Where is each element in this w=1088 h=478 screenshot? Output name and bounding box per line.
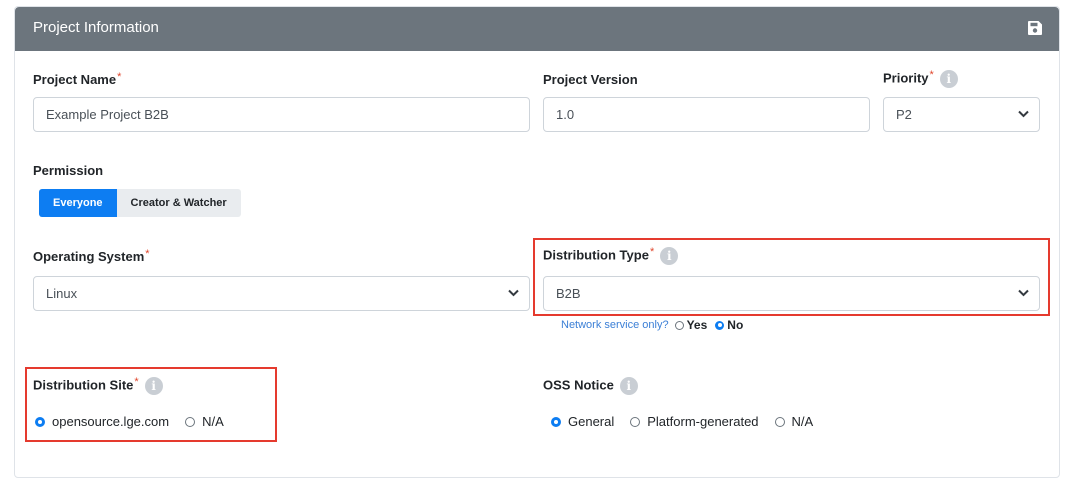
radio-checked-icon — [551, 416, 561, 427]
oss-notice-na-radio[interactable]: N/A — [774, 414, 813, 429]
save-icon[interactable] — [1027, 20, 1043, 36]
operating-system-select[interactable]: Linux — [33, 276, 530, 311]
distribution-site-na-radio[interactable]: N/A — [185, 414, 224, 429]
oss-notice-platform-generated-radio[interactable]: Platform-generated — [630, 414, 759, 429]
project-name-label: Project Name* — [33, 71, 122, 87]
chevron-down-icon — [1018, 289, 1029, 297]
permission-creator-watcher-button[interactable]: Creator & Watcher — [116, 189, 241, 217]
distribution-site-radios: opensource.lge.com N/A — [35, 414, 240, 429]
radio-checked-icon — [715, 320, 725, 330]
required-marker: * — [134, 376, 139, 389]
network-service-row: Network service only? Yes No — [561, 318, 751, 332]
distribution-site-opensource-radio[interactable]: opensource.lge.com — [35, 414, 169, 429]
distribution-type-label: Distribution Type* i — [543, 246, 679, 265]
radio-icon — [674, 320, 684, 330]
priority-select[interactable]: P2 — [883, 97, 1040, 132]
info-icon[interactable]: i — [144, 377, 163, 395]
info-icon[interactable]: i — [660, 247, 679, 265]
permission-label: Permission — [33, 163, 104, 178]
oss-notice-general-radio[interactable]: General — [551, 414, 614, 429]
radio-icon — [630, 416, 641, 427]
priority-select-value: P2 — [896, 107, 912, 122]
oss-notice-radios: General Platform-generated N/A — [551, 414, 829, 429]
project-name-input[interactable]: Example Project B2B — [33, 97, 530, 132]
radio-checked-icon — [35, 416, 45, 427]
required-marker: * — [117, 71, 122, 83]
network-service-no-radio[interactable]: No — [715, 318, 743, 332]
permission-toggle-group: Everyone Creator & Watcher — [39, 189, 241, 217]
distribution-type-select[interactable]: B2B — [543, 276, 1040, 311]
project-version-label: Project Version — [543, 72, 638, 87]
chevron-down-icon — [508, 289, 519, 297]
required-marker: * — [649, 246, 655, 259]
network-service-question: Network service only? — [561, 319, 669, 331]
network-service-yes-radio[interactable]: Yes — [674, 318, 707, 332]
required-marker: * — [929, 69, 934, 82]
operating-system-label: Operating System* — [33, 248, 150, 264]
card-title: Project Information — [33, 19, 159, 36]
distribution-site-label: Distribution Site* i — [33, 376, 163, 395]
permission-everyone-button[interactable]: Everyone — [39, 189, 117, 217]
priority-label: Priority* i — [883, 69, 958, 88]
radio-icon — [185, 416, 196, 427]
operating-system-select-value: Linux — [46, 286, 78, 301]
distribution-type-select-value: B2B — [556, 286, 581, 301]
project-version-input[interactable]: 1.0 — [543, 97, 870, 132]
required-marker: * — [145, 248, 150, 260]
card-header: Project Information — [15, 7, 1059, 51]
info-icon[interactable]: i — [939, 70, 958, 88]
oss-notice-label: OSS Notice i — [543, 377, 638, 395]
chevron-down-icon — [1018, 110, 1029, 118]
info-icon[interactable]: i — [619, 377, 638, 395]
radio-icon — [774, 416, 785, 427]
